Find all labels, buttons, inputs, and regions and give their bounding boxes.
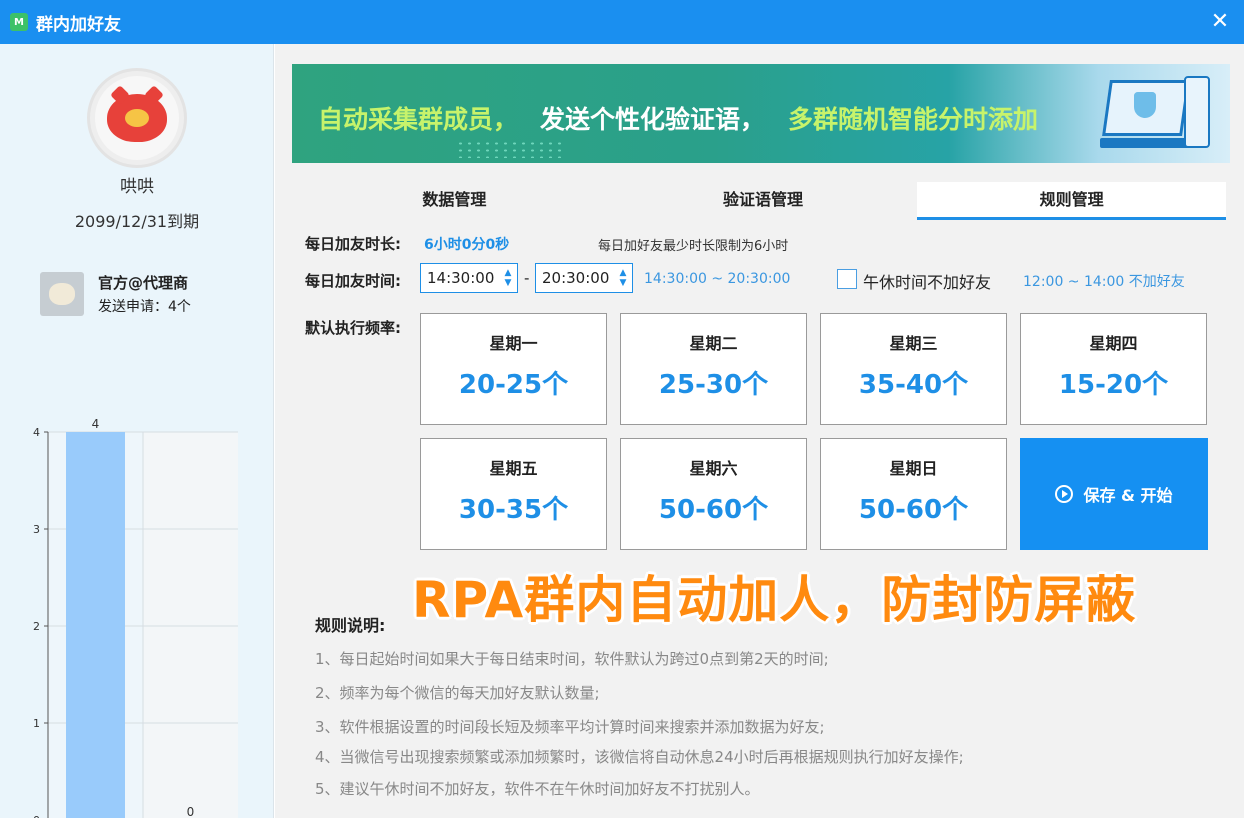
day-card-friday[interactable]: 星期五 30-35个 [420, 438, 607, 550]
end-time-value: 20:30:00 [542, 269, 610, 287]
start-time-spinner-icon[interactable]: ▲ ▼ [503, 268, 513, 288]
rule-item: 4、当微信号出现搜索频繁或添加频繁时，该微信将自动休息24小时后再根据规则执行加… [315, 748, 964, 766]
chart-y-tick-label: 4 [33, 426, 40, 439]
promo-banner: 自动采集群成员， 发送个性化验证语， 多群随机智能分时添加 [292, 64, 1230, 163]
tab-verification-management[interactable]: 验证语管理 [609, 182, 918, 220]
rules-title: 规则说明: [315, 616, 386, 635]
chart-data-label: 4 [92, 417, 100, 431]
agent-avatar [40, 272, 84, 316]
tab-data-management[interactable]: 数据管理 [300, 182, 609, 220]
day-range: 35-40个 [858, 370, 969, 400]
day-name: 星期六 [689, 459, 738, 478]
day-name: 星期三 [889, 334, 938, 353]
banner-text-3: 多群随机智能分时添加 [788, 105, 1039, 134]
noon-break-label[interactable]: 午休时间不加好友 [863, 269, 991, 293]
banner-text-2: 发送个性化验证语， [540, 105, 766, 134]
day-range: 30-35个 [458, 495, 569, 525]
app-logo-icon: M [10, 13, 28, 31]
title-bar: M 群内加好友 ✕ [0, 0, 1244, 44]
daily-time-label: 每日加友时间: [305, 272, 401, 290]
rule-item: 2、频率为每个微信的每天加好友默认数量; [315, 684, 600, 702]
pig-icon [107, 85, 167, 142]
usage-chart: 012344已使用0有异常 [24, 374, 254, 818]
rule-item: 1、每日起始时间如果大于每日结束时间，软件默认为跨过0点到第2天的时间; [315, 650, 829, 668]
frequency-label: 默认执行频率: [305, 319, 401, 337]
daily-duration-label: 每日加友时长: [305, 235, 401, 253]
agent-avatar-image [49, 283, 75, 305]
day-card-monday[interactable]: 星期一 20-25个 [420, 313, 607, 425]
daily-duration-value: 6小时0分0秒 [424, 237, 510, 253]
daily-duration-hint: 每日加好友最少时长限制为6小时 [598, 239, 789, 254]
day-name: 星期四 [1089, 334, 1138, 353]
day-name: 星期五 [489, 459, 538, 478]
day-range: 15-20个 [1058, 370, 1169, 400]
laptop-base [1100, 138, 1196, 148]
user-name: 哄哄 [120, 177, 154, 197]
rule-item: 5、建议午休时间不加好友，软件不在午休时间加好友不打扰别人。 [315, 780, 760, 798]
time-range-display: 14:30:00 ~ 20:30:00 [644, 271, 791, 287]
shield-icon [1134, 92, 1156, 118]
pig-ear [110, 85, 130, 105]
expire-date: 2099/12/31到期 [74, 212, 200, 231]
end-time-spinner-icon[interactable]: ▲ ▼ [618, 268, 628, 288]
agent-card: 官方@代理商 发送申请：4个 [40, 272, 260, 322]
sidebar: 哄哄 2099/12/31到期 官方@代理商 发送申请：4个 012344已使用… [0, 44, 274, 818]
day-range: 50-60个 [658, 495, 769, 525]
day-name: 星期日 [889, 459, 938, 478]
agent-apply-count: 发送申请：4个 [98, 299, 191, 315]
close-button[interactable]: ✕ [1206, 8, 1234, 36]
day-card-tuesday[interactable]: 星期二 25-30个 [620, 313, 807, 425]
phone-icon [1184, 76, 1210, 148]
day-card-thursday[interactable]: 星期四 15-20个 [1020, 313, 1207, 425]
avatar [87, 68, 187, 168]
day-range: 25-30个 [658, 370, 769, 400]
chart-y-tick-label: 3 [33, 523, 40, 536]
save-and-start-button[interactable]: 保存 & 开始 [1020, 438, 1208, 550]
banner-text-1: 自动采集群成员， [318, 105, 519, 134]
day-card-wednesday[interactable]: 星期三 35-40个 [820, 313, 1007, 425]
agent-name: 官方@代理商 [98, 274, 189, 292]
promo-overlay-text: RPA群内自动加人，防封防屏蔽 [412, 571, 1137, 629]
play-icon [1055, 485, 1074, 503]
pig-ear [144, 85, 164, 105]
start-time-input[interactable]: 14:30:00 ▲ ▼ [420, 263, 518, 293]
laptop-security-icon [1100, 70, 1216, 158]
rule-item: 3、软件根据设置的时间段长短及频率平均计算时间来搜索并添加数据为好友; [315, 718, 825, 736]
pig-snout [125, 109, 149, 127]
time-range-dash: - [524, 269, 530, 287]
day-range: 20-25个 [458, 370, 569, 400]
noon-break-checkbox[interactable] [837, 269, 857, 289]
usage-chart-svg: 012344已使用0有异常 [33, 417, 238, 818]
tab-rule-management[interactable]: 规则管理 [917, 182, 1227, 220]
avatar-image [95, 76, 179, 160]
day-name: 星期二 [689, 334, 738, 353]
chart-y-tick-label: 2 [33, 620, 40, 633]
chart-y-tick-label: 1 [33, 717, 40, 730]
start-time-value: 14:30:00 [427, 269, 495, 287]
tab-bar: 数据管理 验证语管理 规则管理 [300, 182, 1227, 220]
save-and-start-label: 保存 & 开始 [1083, 486, 1173, 505]
chart-plot-area [143, 432, 238, 818]
window-title: 群内加好友 [36, 14, 121, 35]
end-time-input[interactable]: 20:30:00 ▲ ▼ [535, 263, 633, 293]
day-range: 50-60个 [858, 495, 969, 525]
chart-y-tick-label: 0 [33, 814, 40, 818]
day-card-saturday[interactable]: 星期六 50-60个 [620, 438, 807, 550]
noon-break-hint: 12:00 ~ 14:00 不加好友 [1023, 274, 1185, 290]
chart-data-label: 0 [187, 805, 195, 818]
banner-dots [456, 140, 566, 158]
day-name: 星期一 [489, 334, 538, 353]
day-card-sunday[interactable]: 星期日 50-60个 [820, 438, 1007, 550]
chart-bar [66, 432, 125, 818]
